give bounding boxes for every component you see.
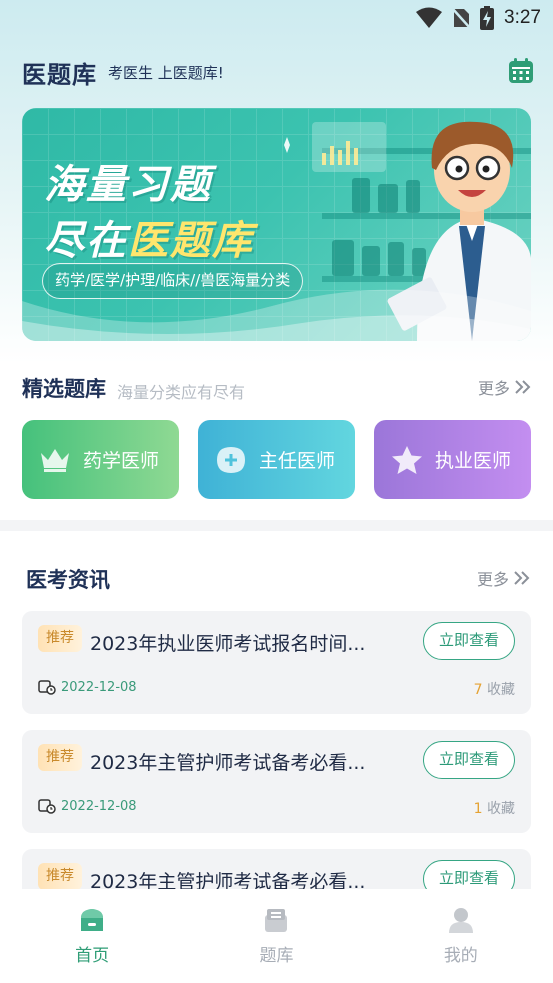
featured-title: 精选题库	[22, 377, 106, 401]
news-section: 医考资讯 更多 推荐 2023年执业医师考试报名时间... 立即查看 2022-…	[0, 531, 553, 891]
featured-more-link[interactable]: 更多	[478, 375, 532, 399]
home-icon	[81, 909, 104, 931]
news-card-title: 2023年执业医师考试报名时间...	[90, 633, 366, 655]
favorite-count: 1 收藏	[473, 801, 515, 817]
calendar-clock-icon	[38, 680, 56, 695]
no-sim-icon	[452, 7, 471, 29]
tab-home[interactable]: 首页	[0, 889, 184, 983]
category-label: 主任医师	[259, 450, 336, 472]
bottom-tab-bar: 首页 题库 我的	[0, 889, 553, 983]
battery-charging-icon	[480, 6, 495, 30]
category-list: 药学医师 主任医师 执业医师	[22, 420, 532, 500]
category-card-chief-physician[interactable]: 主任医师	[198, 420, 355, 499]
news-card-title: 2023年主管护师考试备考必看...	[90, 752, 366, 774]
app-header: 医题库 考医生 上医题库!	[22, 52, 534, 90]
view-now-button[interactable]: 立即查看	[423, 741, 515, 779]
calendar-icon[interactable]	[508, 58, 534, 84]
user-icon	[448, 908, 473, 933]
category-label: 执业医师	[435, 450, 512, 472]
banner-headline: 海量习题	[44, 162, 212, 208]
view-now-button[interactable]: 立即查看	[423, 860, 515, 891]
favorite-count: 7 收藏	[473, 682, 515, 698]
banner-subheadline: 尽在医题库	[44, 218, 254, 264]
book-stack-icon	[265, 909, 288, 932]
app-slogan: 考医生 上医题库!	[108, 64, 224, 82]
news-date: 2022-12-08	[38, 798, 137, 814]
news-card[interactable]: 推荐 2023年主管护师考试备考必看... 立即查看	[22, 849, 531, 891]
recommend-badge: 推荐	[38, 744, 82, 771]
featured-subtitle: 海量分类应有尽有	[117, 383, 246, 402]
calendar-clock-icon	[38, 799, 56, 814]
tab-profile[interactable]: 我的	[369, 889, 553, 983]
recommend-badge: 推荐	[38, 625, 82, 652]
tab-label: 首页	[75, 946, 110, 966]
news-card[interactable]: 推荐 2023年执业医师考试报名时间... 立即查看 2022-12-08 7 …	[22, 611, 531, 714]
featured-section-header: 精选题库 海量分类应有尽有 更多	[22, 370, 532, 404]
recommend-badge: 推荐	[38, 863, 82, 890]
crown-icon	[41, 448, 69, 472]
news-card-title: 2023年主管护师考试备考必看...	[90, 871, 366, 891]
star-icon	[392, 445, 422, 474]
double-chevron-right-icon	[515, 380, 531, 394]
news-more-link[interactable]: 更多	[477, 566, 531, 590]
double-chevron-right-icon	[514, 571, 530, 585]
banner-category-pill: 药学/医学/护理/临床//兽医海量分类	[42, 263, 304, 299]
news-title: 医考资讯	[26, 568, 110, 592]
news-date: 2022-12-08	[38, 679, 137, 695]
news-card[interactable]: 推荐 2023年主管护师考试备考必看... 立即查看 2022-12-08 1 …	[22, 730, 531, 833]
view-now-button[interactable]: 立即查看	[423, 622, 515, 660]
category-card-licensed-physician[interactable]: 执业医师	[374, 420, 531, 499]
category-label: 药学医师	[83, 450, 160, 472]
app-logo: 医题库	[22, 61, 97, 89]
status-time: 3:27	[504, 7, 541, 28]
tab-label: 题库	[259, 946, 294, 966]
tab-label: 我的	[443, 946, 478, 966]
wifi-icon	[416, 7, 443, 28]
status-bar: 3:27	[0, 0, 553, 38]
news-section-header: 医考资讯 更多	[26, 561, 531, 592]
medical-plus-icon	[217, 446, 245, 473]
tab-question-bank[interactable]: 题库	[184, 889, 368, 983]
promo-banner[interactable]: 海量习题 尽在医题库 药学/医学/护理/临床//兽医海量分类	[22, 108, 531, 341]
category-card-pharmacy[interactable]: 药学医师	[22, 420, 179, 499]
banner-brand-highlight: 医题库	[128, 218, 254, 264]
